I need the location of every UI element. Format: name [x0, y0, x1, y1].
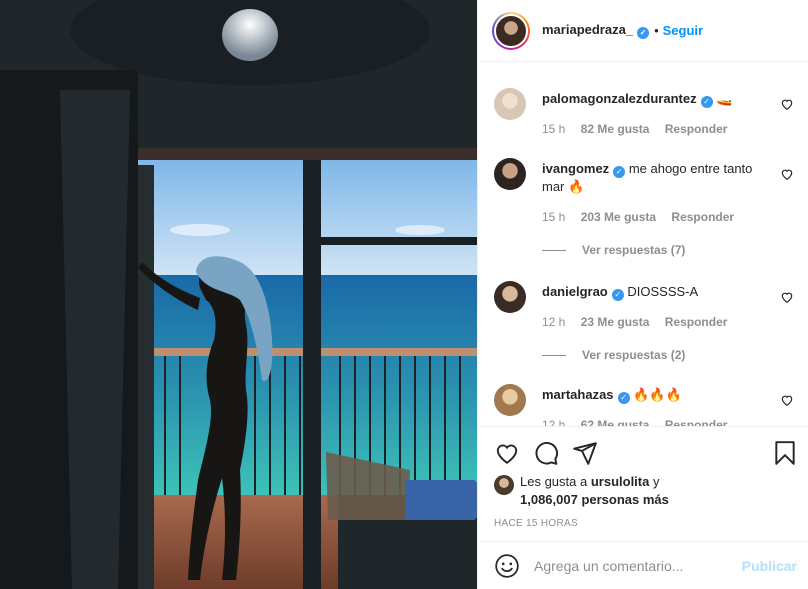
liked-by-avatar[interactable] — [494, 475, 514, 495]
comment-body: palomagonzalezdurantez ✓ 🚤 — [542, 90, 768, 108]
post: mariapedraza_ ✓ • Seguir palomagonzalezdu… — [0, 0, 808, 589]
comment-meta: 15 h 203 Me gusta Responder — [542, 210, 746, 224]
verified-badge-icon: ✓ — [617, 392, 630, 404]
comment-heart-icon[interactable] — [780, 393, 794, 407]
comment-likes[interactable]: 23 Me gusta — [581, 315, 650, 329]
comments-list[interactable]: palomagonzalezdurantez ✓ 🚤 15 h 82 Me gus… — [478, 62, 808, 426]
author-username[interactable]: mariapedraza_ ✓ — [542, 22, 650, 39]
comment-body: ivangomez ✓ me ahogo entre tanto mar 🔥 — [542, 160, 768, 196]
bookmark-icon[interactable] — [772, 440, 798, 466]
replies-line — [542, 354, 566, 356]
comment-heart-icon[interactable] — [780, 167, 794, 181]
post-photo[interactable] — [0, 0, 477, 589]
comment-text: DIOSSSS-A — [627, 284, 699, 299]
comment-meta: 12 h 23 Me gusta Responder — [542, 315, 739, 329]
comment-time: 15 h — [542, 122, 566, 136]
comment-likes[interactable]: 82 Me gusta — [581, 122, 650, 136]
comment-username[interactable]: danielgrao — [542, 284, 608, 299]
photo-illustration — [0, 0, 477, 589]
comment-username[interactable]: palomagonzalezdurantez — [542, 91, 697, 106]
verified-badge-icon: ✓ — [613, 166, 626, 178]
post-panel: mariapedraza_ ✓ • Seguir palomagonzalezdu… — [477, 0, 808, 589]
emoji-icon[interactable] — [494, 553, 520, 579]
verified-badge-icon: ✓ — [611, 289, 624, 301]
comment-heart-icon[interactable] — [780, 97, 794, 111]
comment-username[interactable]: ivangomez — [542, 161, 609, 176]
comment-heart-icon[interactable] — [780, 290, 794, 304]
comment-body: danielgrao ✓ DIOSSSS-A — [542, 283, 768, 301]
comment-avatar[interactable] — [494, 158, 526, 190]
reply-button[interactable]: Responder — [665, 315, 728, 329]
liked-by: Les gusta a ursulolita y 1,086,007 perso… — [494, 473, 669, 509]
comment-body: martahazas ✓ 🔥🔥🔥 — [542, 386, 768, 404]
verified-badge-icon: ✓ — [637, 27, 650, 39]
add-comment-bar: Publicar — [478, 541, 808, 589]
comment-time: 15 h — [542, 210, 566, 224]
comment-avatar[interactable] — [494, 384, 526, 416]
replies-line — [542, 249, 566, 251]
liked-joiner: y — [652, 474, 660, 489]
send-icon[interactable] — [572, 440, 598, 466]
liked-by-text: Les gusta a ursulolita y 1,086,007 perso… — [520, 473, 669, 509]
likes-count[interactable]: 1,086,007 personas más — [520, 492, 669, 507]
heart-icon[interactable] — [494, 440, 520, 466]
comment-avatar[interactable] — [494, 88, 526, 120]
header-separator: • — [654, 23, 659, 38]
comment-username[interactable]: martahazas — [542, 387, 614, 402]
view-replies-button[interactable]: Ver respuestas (2) — [542, 348, 685, 362]
liked-prefix: Les gusta a — [520, 474, 588, 489]
comment-time: 12 h — [542, 315, 566, 329]
view-replies-label[interactable]: Ver respuestas (2) — [582, 348, 685, 362]
liked-user[interactable]: ursulolita — [591, 474, 650, 489]
comment-avatar[interactable] — [494, 281, 526, 313]
verified-badge-icon: ✓ — [700, 96, 713, 108]
comment-icon[interactable] — [533, 440, 559, 466]
author-avatar[interactable] — [492, 11, 530, 50]
comment-text: 🔥🔥🔥 — [633, 387, 682, 402]
post-header: mariapedraza_ ✓ • Seguir — [478, 0, 808, 62]
comment-meta: 15 h 82 Me gusta Responder — [542, 122, 739, 136]
comment-time: 12 h — [542, 418, 566, 426]
reply-button[interactable]: Responder — [671, 210, 734, 224]
comment-text: 🚤 — [716, 91, 733, 106]
reply-button[interactable]: Responder — [665, 122, 728, 136]
view-replies-label[interactable]: Ver respuestas (7) — [582, 243, 685, 257]
post-time[interactable]: HACE 15 HORAS — [494, 518, 578, 529]
follow-button[interactable]: Seguir — [663, 23, 703, 38]
post-actions: Les gusta a ursulolita y 1,086,007 perso… — [478, 426, 808, 541]
publish-button[interactable]: Publicar — [742, 558, 797, 574]
comment-meta: 12 h 62 Me gusta Responder — [542, 418, 739, 426]
view-replies-button[interactable]: Ver respuestas (7) — [542, 243, 685, 257]
reply-button[interactable]: Responder — [665, 418, 728, 426]
comment-input[interactable] — [534, 557, 742, 574]
author-username-text[interactable]: mariapedraza_ — [542, 22, 633, 37]
comment-likes[interactable]: 203 Me gusta — [581, 210, 656, 224]
comment-likes[interactable]: 62 Me gusta — [581, 418, 650, 426]
